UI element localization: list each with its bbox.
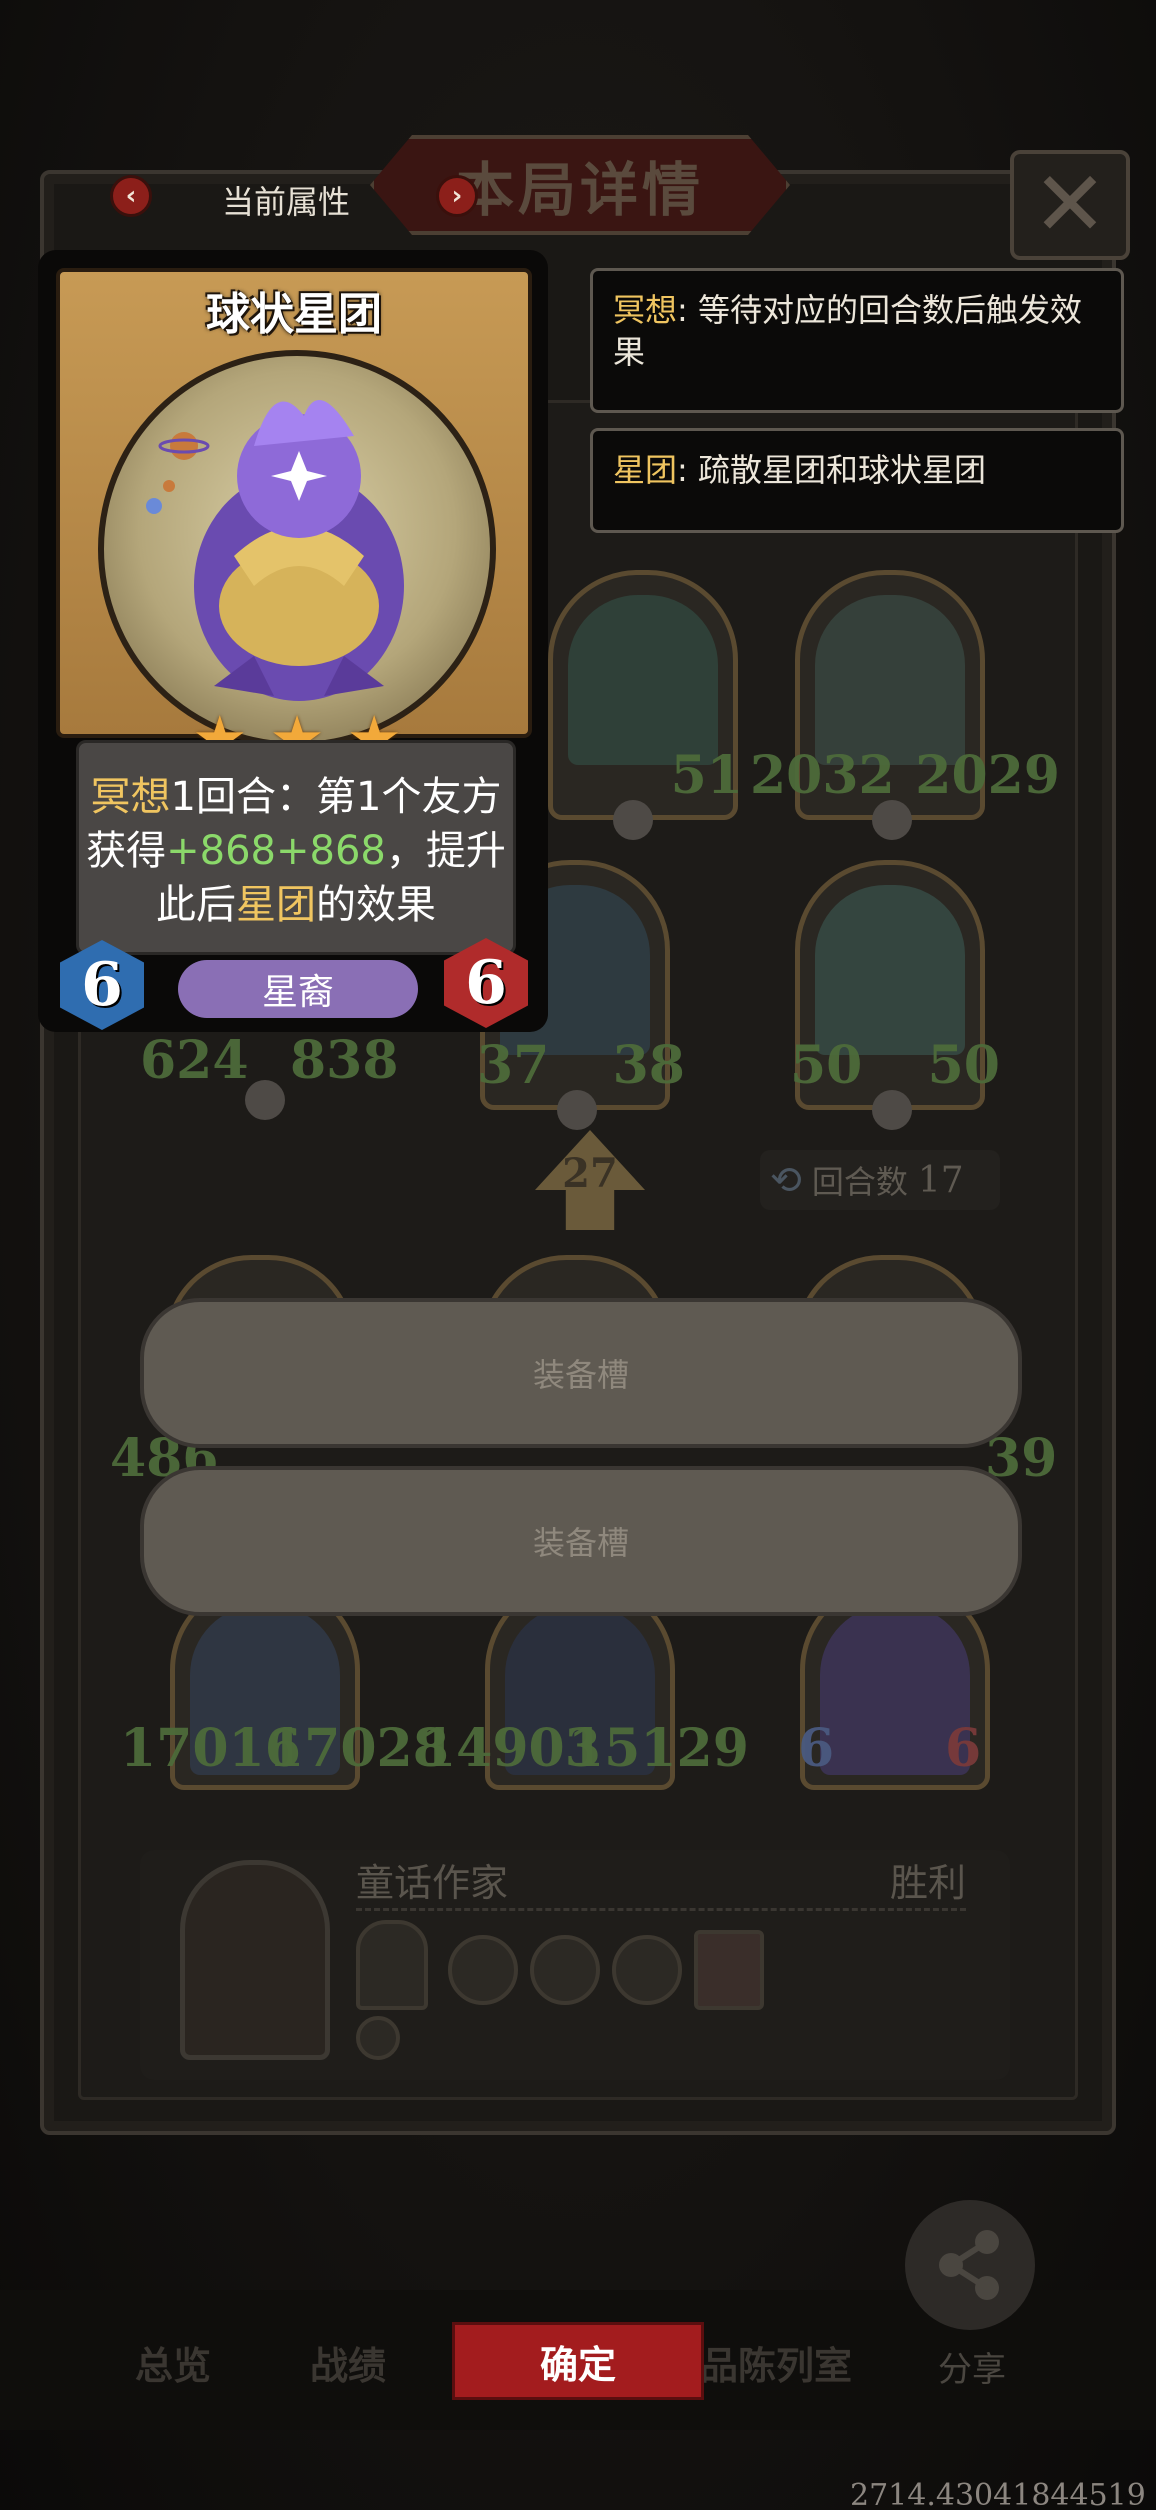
book-icon[interactable] [694, 1930, 764, 2010]
page-title: 本局详情 [455, 156, 704, 224]
board-unit[interactable]: 2032 2029 [750, 570, 1060, 840]
unit-thumbnail[interactable] [356, 1920, 428, 2010]
unit-attack: 37 [477, 1035, 550, 1096]
equip-slot[interactable]: 装备槽 [140, 1466, 1022, 1616]
unit-portrait [815, 885, 965, 1055]
skull-icon [557, 1090, 597, 1130]
turn-number: 27 [562, 1150, 618, 1197]
keyword-tooltip: 冥想: 等待对应的回合数后触发效果 [590, 268, 1124, 413]
item-icon[interactable] [356, 2016, 400, 2060]
tooltip-keyword: 星团 [613, 451, 678, 489]
tooltip-text: : 等待对应的回合数后触发效果 [613, 291, 1082, 371]
unit-health: 2029 [915, 745, 1060, 806]
card-name: 球状星团 [206, 289, 382, 340]
debug-readout: 2714.43041844519 [850, 2478, 1146, 2510]
unit-health: 38 [612, 1035, 685, 1096]
card-description: 冥想1回合：第1个友方获得+868+868，提升此后星团的效果 [80, 770, 512, 932]
unit-health: 50 [927, 1035, 1000, 1096]
tooltip-keyword: 冥想 [613, 291, 678, 329]
item-icon[interactable] [448, 1935, 518, 2005]
skull-icon [872, 1090, 912, 1130]
unit-attack: 2032 [750, 745, 895, 806]
keyword-cluster[interactable]: 星团 [236, 882, 316, 928]
prev-arrow-button[interactable]: ‹ [110, 175, 152, 217]
board-unit[interactable]: 50 50 [790, 860, 1000, 1130]
unit-health: 51 [670, 745, 743, 806]
player-avatar[interactable] [180, 1860, 330, 2060]
divider [356, 1908, 966, 1911]
chevron-right-icon: › [451, 181, 463, 211]
keyword-meditate[interactable]: 冥想 [91, 774, 171, 820]
unit-health: 15129 [568, 1718, 749, 1779]
board-unit[interactable]: 51 [548, 570, 743, 840]
repeat-icon: ⟲ [770, 1158, 802, 1202]
title-banner: 本局详情 [370, 135, 790, 235]
tooltip-text: : 疏散星团和球状星团 [677, 451, 986, 489]
tribe-tag: 星裔 [178, 960, 418, 1018]
confirm-button[interactable]: 确定 [452, 2322, 704, 2400]
unit-attack: 624 [140, 1030, 249, 1091]
unit-portrait [815, 595, 965, 765]
share-button[interactable] [905, 2200, 1035, 2330]
unit-health: 838 [290, 1030, 399, 1091]
desc-part: 的效果 [316, 882, 436, 928]
wizard-illustration [146, 400, 404, 701]
desc-value: +868 [276, 828, 386, 874]
match-result: 胜利 [890, 1861, 967, 1905]
unit-portrait [568, 595, 718, 765]
close-button[interactable]: ✕ [1010, 150, 1130, 260]
share-label: 分享 [938, 2350, 1006, 2390]
skull-icon [613, 800, 653, 840]
next-arrow-button[interactable]: › [436, 175, 478, 217]
tab-records[interactable]: 战绩 [310, 2335, 386, 2390]
close-icon: ✕ [1032, 152, 1108, 257]
equip-slot[interactable]: 装备槽 [140, 1298, 1022, 1448]
current-attributes-label: 当前属性 [222, 183, 351, 221]
share-icon [939, 2230, 999, 2300]
unit-attack: 50 [790, 1035, 863, 1096]
unit-health: 6 [945, 1718, 982, 1779]
keyword-tooltip: 星团: 疏散星团和球状星团 [590, 428, 1124, 533]
round-counter: ⟲ 回合数 17 [760, 1150, 1000, 1210]
chevron-left-icon: ‹ [125, 181, 137, 211]
tab-overview[interactable]: 总览 [135, 2335, 211, 2390]
unit-attack: 6 [798, 1718, 835, 1779]
skull-icon [872, 800, 912, 840]
round-value: 17 [917, 1159, 964, 1201]
skull-icon [245, 1080, 285, 1120]
item-icon[interactable] [612, 1935, 682, 2005]
round-label: 回合数 [811, 1163, 908, 1201]
player-name: 童话作家 [356, 1861, 509, 1905]
item-icon[interactable] [530, 1935, 600, 2005]
desc-value: +868 [166, 828, 276, 874]
globular-cluster-portrait [98, 350, 496, 748]
tab-gallery[interactable]: 品陈列室 [700, 2335, 852, 2390]
